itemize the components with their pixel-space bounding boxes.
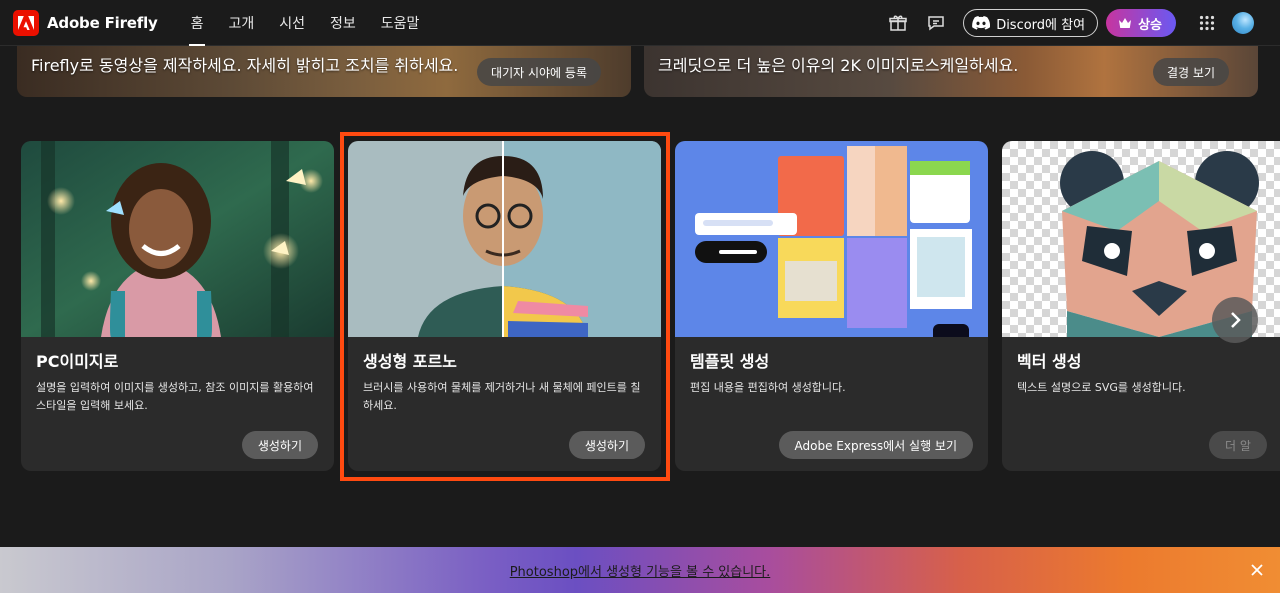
card-title: 생성형 포르노 <box>363 352 457 371</box>
generate-button[interactable]: 생성하기 <box>241 431 318 459</box>
nav-item-3[interactable]: 시선 <box>279 0 305 46</box>
learn-more-button[interactable]: 더 알 <box>1209 431 1267 459</box>
adobe-logo-icon <box>13 9 39 36</box>
nav-item-2[interactable]: 고개 <box>228 0 254 46</box>
promo-link[interactable]: Photoshop에서 생성형 기능을 볼 수 있습니다. <box>510 561 771 580</box>
card-description: 브러시를 사용하여 물체를 제거하거나 새 물체에 페인트를 칠하세요. <box>363 381 641 412</box>
upgrade-label: 상승 <box>1138 17 1162 33</box>
card-image-man-portrait <box>348 141 661 337</box>
card-description: 텍스트 설명으로 SVG를 생성합니다. <box>1017 381 1186 394</box>
apps-grid-icon[interactable] <box>1196 12 1218 34</box>
card-title: PC이미지로 <box>36 352 119 371</box>
banner-text: Firefly로 동영상을 제작하세요. 자세히 밝히고 조치를 취하세요. <box>31 56 459 75</box>
upgrade-button[interactable]: 상승 <box>1106 9 1176 37</box>
crown-icon <box>1119 18 1132 28</box>
user-avatar[interactable] <box>1232 12 1254 34</box>
top-navigation-bar: Adobe Firefly 홈 고개 시선 정보 도움말 Discord에 참여… <box>0 0 1280 46</box>
card-description: 설명을 입력하여 이미지를 생성하고, 참조 이미지를 활용하여 스타일을 입력… <box>36 381 314 412</box>
chat-bubble-icon[interactable] <box>925 12 947 34</box>
upscale-promo-banner: 크레딧으로 더 높은 이유의 2K 이미지로스케일하세요. 결경 보기 <box>644 40 1258 97</box>
view-plans-button[interactable]: 결경 보기 <box>1153 58 1229 86</box>
adobe-express-button[interactable]: Adobe Express에서 실행 보기 <box>778 431 973 459</box>
card-image-templates-collage <box>675 141 988 337</box>
generate-button[interactable]: 생성하기 <box>568 431 645 459</box>
banner-text: 크레딧으로 더 높은 이유의 2K 이미지로스케일하세요. <box>658 56 1019 75</box>
gift-icon[interactable] <box>887 12 909 34</box>
card-title: 템플릿 생성 <box>690 352 770 371</box>
nav-item-info[interactable]: 정보 <box>330 0 356 46</box>
header-tools: Discord에 참여 상승 <box>887 0 1280 46</box>
discord-label: Discord에 참여 <box>996 17 1086 33</box>
waitlist-button[interactable]: 대기자 시야에 등록 <box>477 58 601 86</box>
card-image-girl-butterflies <box>21 141 334 337</box>
feature-card-generative-fill[interactable]: 생성형 포르노 브러시를 사용하여 물체를 제거하거나 새 물체에 페인트를 칠… <box>348 141 661 471</box>
main-nav: 홈 고개 시선 정보 도움말 <box>188 0 445 46</box>
feature-card-template[interactable]: 템플릿 생성 편집 내용을 편집하여 생성합니다. Adobe Express에… <box>675 141 988 471</box>
card-title: 벡터 생성 <box>1017 352 1082 371</box>
video-promo-banner: Firefly로 동영상을 제작하세요. 자세히 밝히고 조치를 취하세요. 대… <box>17 40 631 97</box>
chevron-right-icon <box>1231 312 1241 328</box>
nav-item-home[interactable]: 홈 <box>188 0 206 46</box>
card-description: 편집 내용을 편집하여 생성합니다. <box>690 381 846 394</box>
carousel-next-button[interactable] <box>1212 297 1258 343</box>
nav-item-help[interactable]: 도움말 <box>381 0 420 46</box>
discord-join-button[interactable]: Discord에 참여 <box>963 9 1099 37</box>
close-icon[interactable] <box>1248 561 1266 579</box>
feature-card-carousel: PC이미지로 설명을 입력하여 이미지를 생성하고, 참조 이미지를 활용하여 … <box>21 141 1280 471</box>
app-title: Adobe Firefly <box>47 13 158 32</box>
photoshop-promo-bar: Photoshop에서 생성형 기능을 볼 수 있습니다. <box>0 547 1280 593</box>
feature-card-text-to-image[interactable]: PC이미지로 설명을 입력하여 이미지를 생성하고, 참조 이미지를 활용하여 … <box>21 141 334 471</box>
discord-icon <box>972 16 991 30</box>
app-logo[interactable]: Adobe Firefly <box>13 9 158 36</box>
